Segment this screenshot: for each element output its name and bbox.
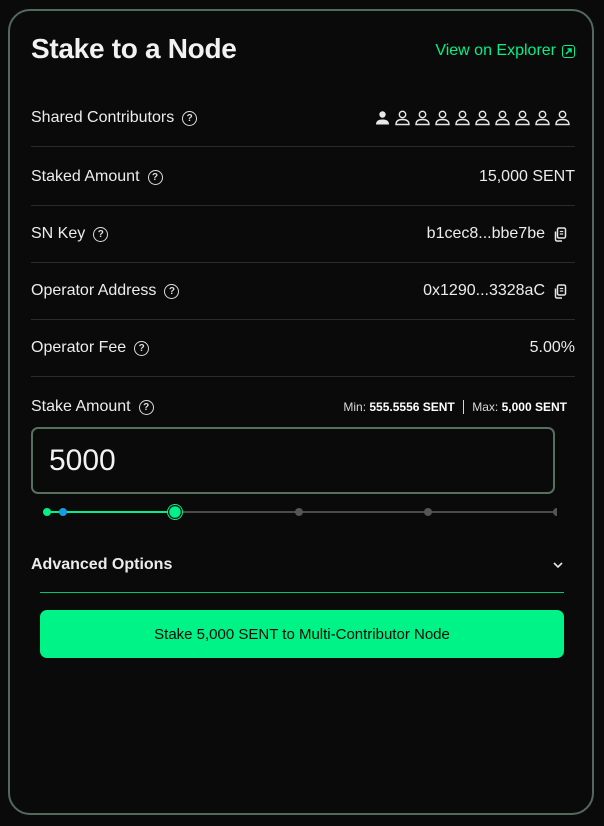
operator-address-label: Operator Address [31, 282, 157, 299]
slider-thumb[interactable] [167, 504, 183, 520]
shared-contributors-label: Shared Contributors [31, 109, 175, 126]
person-icon [475, 110, 490, 126]
stake-submit-button[interactable]: Stake 5,000 SENT to Multi-Contributor No… [40, 610, 564, 658]
sn-key-label: SN Key [31, 225, 86, 242]
person-icon [415, 110, 430, 126]
help-icon[interactable]: ? [93, 226, 109, 242]
operator-fee-value: 5.00% [529, 339, 575, 356]
sn-key-row: SN Key ? b1cec8...bbe7be [31, 206, 575, 263]
max-label: Max: [472, 400, 499, 414]
view-on-explorer-link[interactable]: View on Explorer [435, 42, 575, 60]
min-max-info: Min: 555.5556 SENT Max: 5,000 SENT [343, 400, 567, 414]
person-icon [455, 110, 470, 126]
operator-fee-label: Operator Fee [31, 339, 127, 356]
person-icon [395, 110, 410, 126]
slider-stop[interactable] [295, 508, 303, 516]
chevron-down-icon [553, 561, 563, 568]
help-icon[interactable]: ? [182, 110, 198, 126]
copy-icon[interactable] [553, 283, 567, 299]
copy-icon[interactable] [553, 226, 567, 242]
person-icon [555, 110, 570, 126]
help-icon[interactable]: ? [134, 340, 150, 356]
staked-amount-value: 15,000 SENT [478, 168, 575, 185]
contributor-slots [374, 110, 571, 126]
stake-amount-header: Stake Amount ? Min: 555.5556 SENT Max: 5… [31, 392, 567, 422]
page-title: Stake to a Node [31, 33, 237, 64]
slider-min-marker [59, 508, 67, 516]
sn-key-value: b1cec8...bbe7be [426, 225, 545, 242]
person-icon [515, 110, 530, 126]
explorer-link-label: View on Explorer [435, 42, 556, 59]
help-icon[interactable]: ? [164, 283, 180, 299]
staked-amount-row: Staked Amount ? 15,000 SENT [31, 149, 575, 206]
operator-address-row: Operator Address ? 0x1290...3328aC [31, 263, 575, 320]
min-label: Min: [343, 400, 367, 414]
max-value: 5,000 SENT [501, 400, 567, 414]
operator-address-value: 0x1290...3328aC [423, 282, 545, 299]
external-link-icon [562, 44, 575, 58]
person-icon [495, 110, 510, 126]
divider [462, 400, 465, 414]
min-value: 555.5556 SENT [369, 400, 455, 414]
person-filled-icon [376, 111, 389, 125]
stake-amount-slider[interactable] [38, 502, 557, 522]
advanced-options-toggle[interactable]: Advanced Options [31, 536, 564, 593]
person-icon [435, 110, 450, 126]
stake-amount-input-value: 5000 [49, 443, 116, 477]
person-icon [535, 110, 550, 126]
stake-amount-input[interactable]: 5000 [31, 427, 555, 494]
staked-amount-label: Staked Amount [31, 168, 140, 185]
shared-contributors-row: Shared Contributors ? [31, 90, 575, 147]
stake-amount-label: Stake Amount [31, 398, 131, 415]
advanced-options-divider [40, 592, 564, 593]
advanced-options-label: Advanced Options [31, 555, 173, 573]
operator-fee-row: Operator Fee ? 5.00% [31, 320, 575, 377]
help-icon[interactable]: ? [147, 169, 163, 185]
slider-stop[interactable] [553, 508, 557, 516]
help-icon[interactable]: ? [138, 399, 154, 415]
slider-stop[interactable] [424, 508, 432, 516]
slider-min-stop [43, 508, 51, 516]
